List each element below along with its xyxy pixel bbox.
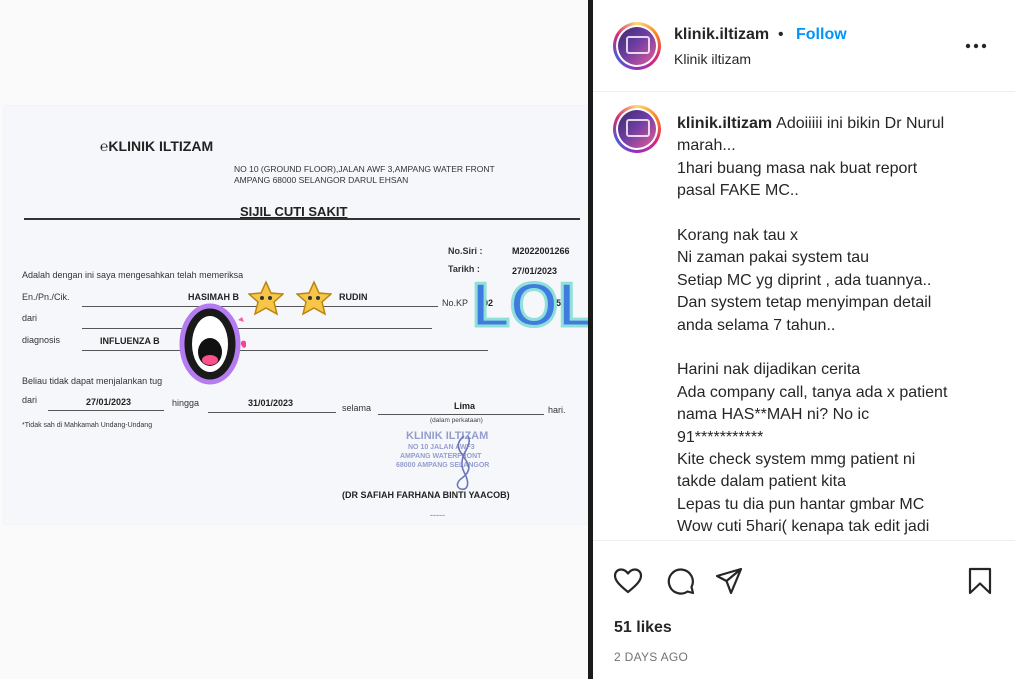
caption-text: Harini nak dijadikan cerita bbox=[677, 361, 861, 379]
caption-text: marah... bbox=[677, 137, 736, 155]
caption-area[interactable]: klinik.iltizam Adoiiiii ini bikin Dr Nuru… bbox=[593, 93, 1015, 540]
caption-text: Kite check system mmg patient ni bbox=[677, 451, 916, 469]
heart-icon[interactable] bbox=[613, 566, 643, 596]
caption-line bbox=[677, 337, 989, 359]
caption-text: 91*********** bbox=[677, 428, 764, 446]
caption-line: Harini nak dijadikan cerita bbox=[677, 359, 989, 381]
duration-label: selama bbox=[342, 403, 372, 413]
caption-line bbox=[677, 203, 989, 225]
diagnosis-underline bbox=[82, 350, 488, 351]
post-timestamp[interactable]: 2 DAYS AGO bbox=[614, 650, 688, 664]
post-media[interactable]: ℮KLINIK ILTIZAM NO 10 (GROUND FLOOR),JAL… bbox=[0, 0, 592, 679]
caption-text: pasal FAKE MC.. bbox=[677, 182, 799, 200]
separator-dot: • bbox=[778, 26, 784, 43]
more-options-icon[interactable] bbox=[963, 34, 989, 58]
caption-line: anda selama 7 tahun.. bbox=[677, 315, 989, 337]
duration-note: (dalam perkataan) bbox=[430, 417, 483, 424]
post-actions: 51 likes 2 DAYS AGO bbox=[593, 540, 1015, 679]
caption-line: klinik.iltizam Adoiiiii ini bikin Dr Nuru… bbox=[677, 113, 989, 135]
certificate-title: SIJIL CUTI SAKIT bbox=[240, 204, 348, 219]
clinic-address-line1: NO 10 (GROUND FLOOR),JALAN AWF 3,AMPANG … bbox=[234, 164, 495, 174]
from-underline bbox=[82, 328, 432, 329]
caption-text: Ni zaman pakai system tau bbox=[677, 249, 870, 267]
caption-line: Ada company call, tanya ada x patient bbox=[677, 382, 989, 404]
post-panel: klinik.iltizam • Follow Klinik iltizam k… bbox=[593, 0, 1015, 679]
unable-text: Beliau tidak dapat menjalankan tug bbox=[22, 376, 163, 386]
caption-line: Lepas tu dia pun hantar gmbar MC bbox=[677, 494, 989, 516]
caption-line: Dan system tetap menyimpan detail bbox=[677, 292, 989, 314]
caption-text: takde dalam patient kita bbox=[677, 473, 846, 491]
caption-line: takde dalam patient kita bbox=[677, 471, 989, 493]
account-subtitle: Klinik iltizam bbox=[674, 51, 752, 67]
caption-text: Lepas tu dia pun hantar gmbar MC bbox=[677, 495, 925, 513]
lol-sticker: LOL bbox=[471, 270, 592, 334]
legal-note: *Tidak sah di Mahkamah Undang-Undang bbox=[22, 422, 153, 429]
kp-label: No.KP bbox=[442, 298, 469, 308]
comment-icon[interactable] bbox=[666, 566, 696, 596]
doctor-name: (DR SAFIAH FARHANA BINTI YAACOB) bbox=[342, 490, 510, 500]
caption-line: Wow cuti 5hari( kenapa tak edit jadi bbox=[677, 516, 989, 538]
certify-text: Adalah dengan ini saya mengesahkan telah… bbox=[22, 270, 244, 280]
caption-text: Wow cuti 5hari( kenapa tak edit jadi bbox=[677, 518, 930, 536]
clinic-logo: ℮KLINIK ILTIZAM bbox=[100, 138, 213, 154]
caption-username-link[interactable]: klinik.iltizam bbox=[677, 115, 772, 132]
caption-text: Ada company call, tanya ada x patient bbox=[677, 383, 948, 401]
caption-text: Setiap MC yg diprint , ada tuannya.. bbox=[677, 271, 932, 289]
caption-line: 91*********** bbox=[677, 427, 989, 449]
clinic-address-line2: AMPANG 68000 SELANGOR DARUL EHSAN bbox=[234, 175, 409, 185]
caption-line: Korang nak tau x bbox=[677, 225, 989, 247]
avatar-image bbox=[618, 27, 656, 65]
star-sticker-1 bbox=[248, 280, 284, 316]
serial-label: No.Siri : bbox=[448, 246, 483, 256]
caption-avatar[interactable] bbox=[613, 105, 661, 153]
share-icon[interactable] bbox=[714, 566, 744, 596]
caption-line: nama HAS**MAH ni? No ic bbox=[677, 404, 989, 426]
post-caption: klinik.iltizam Adoiiiii ini bikin Dr Nuru… bbox=[677, 113, 989, 539]
caption-line: Ni zaman pakai system tau bbox=[677, 247, 989, 269]
caption-line: pasal FAKE MC.. bbox=[677, 180, 989, 202]
name-label: En./Pn./Cik. bbox=[22, 292, 70, 302]
serial-value: M2022001266 bbox=[512, 246, 570, 256]
username-link[interactable]: klinik.iltizam bbox=[674, 26, 769, 44]
start-date: 27/01/2023 bbox=[86, 397, 132, 407]
caption-text: Adoiiiii ini bikin Dr Nurul bbox=[776, 115, 945, 132]
caption-line: Kite check system mmg patient ni bbox=[677, 449, 989, 471]
diagnosis-value: INFLUENZA B bbox=[100, 336, 160, 346]
bookmark-icon[interactable] bbox=[965, 566, 995, 596]
until-label: hingga bbox=[172, 398, 200, 408]
caption-avatar-image bbox=[618, 110, 656, 148]
days-label: hari. bbox=[548, 405, 566, 415]
likes-count[interactable]: 51 likes bbox=[614, 619, 672, 637]
from-label: dari bbox=[22, 313, 38, 323]
duration-underline bbox=[378, 414, 544, 415]
end-date: 31/01/2023 bbox=[248, 398, 294, 408]
footer-mark: ----- bbox=[430, 510, 445, 520]
caption-line: 1hari buang masa nak buat report bbox=[677, 158, 989, 180]
caption-text: nama HAS**MAH ni? No ic bbox=[677, 406, 870, 424]
diagnosis-label: diagnosis bbox=[22, 335, 61, 345]
caption-line: Setiap MC yg diprint , ada tuannya.. bbox=[677, 270, 989, 292]
caption-text: 1hari buang masa nak buat report bbox=[677, 159, 918, 177]
post-header: klinik.iltizam • Follow Klinik iltizam bbox=[593, 0, 1015, 92]
follow-button[interactable]: Follow bbox=[796, 26, 847, 44]
caption-text: anda selama 7 tahun.. bbox=[677, 316, 836, 334]
lol-text: LOL bbox=[472, 271, 592, 334]
end-date-underline bbox=[208, 412, 336, 413]
star-sticker-2 bbox=[296, 280, 332, 316]
shouting-mouth-sticker bbox=[179, 303, 246, 385]
clinic-name: KLINIK ILTIZAM bbox=[108, 138, 214, 154]
duration-value: Lima bbox=[454, 401, 476, 411]
caption-line: marah... bbox=[677, 135, 989, 157]
caption-text: Korang nak tau x bbox=[677, 227, 798, 245]
patient-name-tail: RUDIN bbox=[339, 292, 368, 302]
caption-text: Dan system tetap menyimpan detail bbox=[677, 294, 932, 312]
start-date-underline bbox=[48, 410, 164, 411]
period-from-label: dari bbox=[22, 395, 38, 405]
avatar[interactable] bbox=[613, 22, 661, 70]
